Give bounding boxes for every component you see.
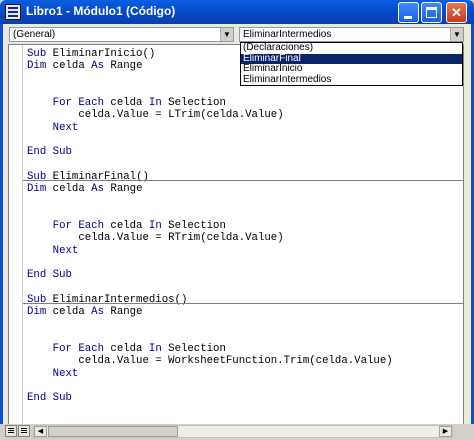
window-title: Libro1 - Módulo1 (Código) — [26, 4, 176, 18]
code-line[interactable]: Dim celda As Range — [27, 306, 463, 318]
minimize-button[interactable] — [398, 2, 419, 23]
code-line[interactable]: End Sub — [27, 269, 463, 281]
code-editor[interactable]: Sub EliminarInicio() Dim celda As Range F… — [8, 44, 464, 429]
code-line[interactable]: For Each celda In Selection — [27, 220, 463, 232]
code-line[interactable]: End Sub — [27, 146, 463, 158]
code-line[interactable] — [27, 208, 463, 220]
procedure-combo-value: EliminarIntermedios — [243, 29, 332, 40]
code-window-icon — [5, 4, 21, 20]
code-line[interactable] — [27, 380, 463, 392]
maximize-icon — [426, 7, 437, 18]
code-line[interactable]: Next — [27, 122, 463, 134]
code-line[interactable]: celda.Value = LTrim(celda.Value) — [27, 109, 463, 121]
margin-indicator-bar[interactable] — [9, 45, 23, 428]
scroll-right-icon[interactable]: ▶ — [439, 426, 452, 437]
procedure-view-button[interactable] — [5, 425, 17, 437]
code-line[interactable]: End Sub — [27, 392, 463, 404]
code-line[interactable]: For Each celda In Selection — [27, 97, 463, 109]
object-combo-value: (General) — [13, 29, 56, 40]
dropdown-item[interactable]: (Declaraciones) — [241, 42, 462, 54]
code-line[interactable] — [27, 134, 463, 146]
code-line[interactable] — [27, 196, 463, 208]
minimize-icon — [404, 16, 412, 19]
code-line[interactable]: Next — [27, 368, 463, 380]
dropdown-item[interactable]: EliminarIntermedios — [241, 74, 462, 86]
chevron-down-icon[interactable]: ▼ — [220, 28, 233, 41]
code-line[interactable] — [27, 331, 463, 343]
scroll-thumb[interactable] — [48, 426, 178, 437]
code-line[interactable] — [27, 282, 463, 294]
dropdown-item[interactable]: EliminarInicio — [241, 63, 462, 75]
code-line[interactable]: For Each celda In Selection — [27, 343, 463, 355]
code-line[interactable]: Dim celda As Range — [27, 183, 463, 195]
full-module-view-button[interactable] — [18, 425, 30, 437]
code-line[interactable]: celda.Value = RTrim(celda.Value) — [27, 232, 463, 244]
procedure-dropdown-list[interactable]: (Declaraciones) EliminarFinal EliminarInic… — [240, 42, 463, 86]
procedure-separator — [23, 180, 463, 181]
close-button[interactable]: ✕ — [446, 2, 467, 23]
code-line[interactable] — [27, 257, 463, 269]
code-text[interactable]: Sub EliminarInicio() Dim celda As Range F… — [27, 48, 463, 405]
maximize-button[interactable] — [421, 2, 442, 23]
bottom-bar: ◀ ▶ — [0, 424, 474, 440]
object-combo[interactable]: (General) ▼ — [9, 27, 234, 42]
title-bar[interactable]: Libro1 - Módulo1 (Código) ✕ — [0, 0, 474, 24]
horizontal-scrollbar[interactable]: ◀ ▶ — [33, 425, 453, 438]
procedure-combo[interactable]: EliminarIntermedios ▼ — [239, 27, 464, 42]
scroll-left-icon[interactable]: ◀ — [34, 426, 47, 437]
code-line[interactable] — [27, 319, 463, 331]
code-line[interactable]: Sub EliminarFinal() — [27, 171, 463, 183]
code-line[interactable]: celda.Value = WorksheetFunction.Trim(cel… — [27, 355, 463, 367]
close-icon: ✕ — [451, 5, 462, 20]
code-line[interactable] — [27, 159, 463, 171]
code-line[interactable]: Sub EliminarIntermedios() — [27, 294, 463, 306]
code-line[interactable]: Next — [27, 245, 463, 257]
procedure-separator — [23, 303, 463, 304]
window-frame: (General) ▼ EliminarIntermedios ▼ Sub El… — [0, 24, 474, 440]
code-line[interactable] — [27, 85, 463, 97]
chevron-down-icon[interactable]: ▼ — [450, 28, 463, 41]
